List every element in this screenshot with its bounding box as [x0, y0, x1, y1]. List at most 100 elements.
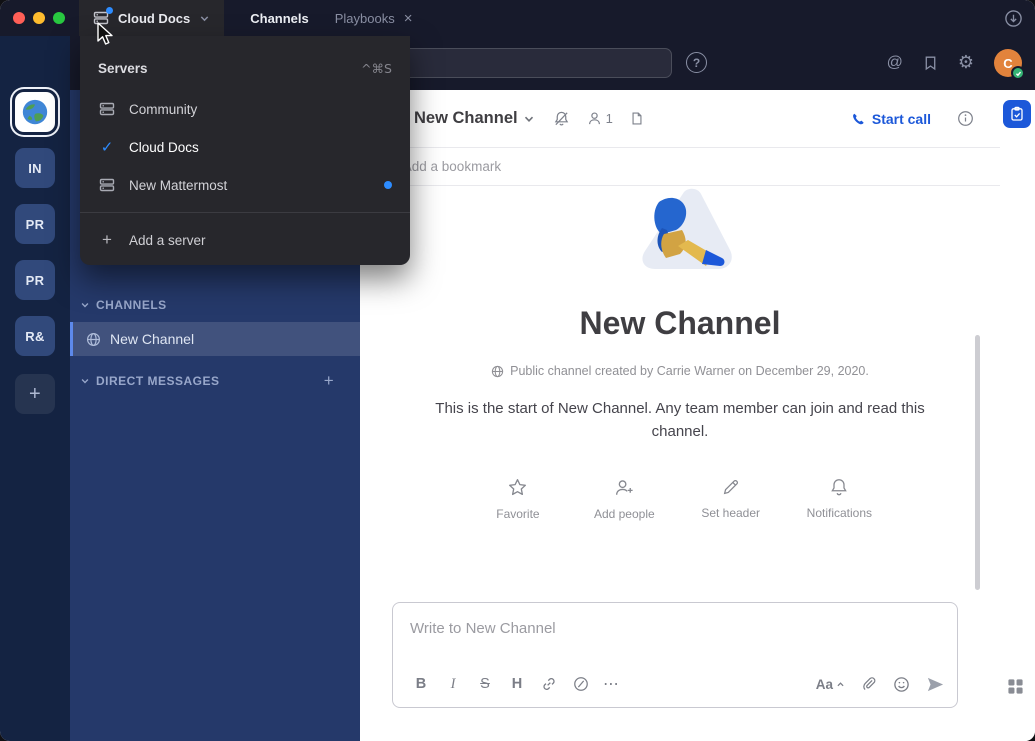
send-button[interactable] — [926, 675, 945, 694]
globe-icon — [86, 332, 101, 347]
aa-label: Aa — [816, 677, 833, 692]
file-icon — [630, 111, 644, 126]
close-window-button[interactable] — [13, 12, 25, 24]
member-count-button[interactable]: 1 — [587, 111, 613, 126]
server-unread-dot — [106, 7, 113, 14]
sidebar-category-direct-messages[interactable]: DIRECT MESSAGES + — [70, 366, 360, 396]
check-icon: ✓ — [98, 138, 116, 156]
bookmark-bar[interactable]: + Add a bookmark — [360, 148, 1000, 186]
servers-menu-shortcut: ^⌘S — [361, 61, 392, 76]
channel-intro-title: New Channel — [360, 305, 1000, 342]
app-window: Cloud Docs Channels Playbooks × — [0, 0, 1035, 741]
slash-circle-icon — [573, 676, 589, 692]
add-bookmark-label: Add a bookmark — [403, 159, 501, 174]
saved-posts-button[interactable] — [923, 55, 938, 71]
muted-bell-button[interactable] — [553, 110, 570, 127]
menu-item-new-mattermost[interactable]: New Mattermost — [80, 166, 410, 204]
person-icon — [587, 111, 602, 126]
tab-playbooks-label: Playbooks — [335, 11, 395, 26]
category-label: CHANNELS — [96, 298, 167, 312]
channel-header: New Channel 1 — [360, 90, 1000, 148]
favorite-button[interactable]: Favorite — [488, 477, 548, 521]
team-item[interactable]: PR — [15, 260, 55, 300]
minimize-window-button[interactable] — [33, 12, 45, 24]
channel-name: New Channel — [110, 331, 194, 347]
chevron-down-icon — [199, 13, 210, 24]
composer-toolbar: B I S H ⋯ — [407, 669, 945, 699]
attach-file-button[interactable] — [861, 676, 877, 692]
team-item[interactable]: IN — [15, 148, 55, 188]
heading-button[interactable]: H — [503, 671, 531, 697]
menu-item-cloud-docs[interactable]: ✓ Cloud Docs — [80, 128, 410, 166]
category-label: DIRECT MESSAGES — [96, 374, 220, 388]
send-icon — [926, 675, 945, 694]
italic-button[interactable]: I — [439, 671, 467, 697]
channel-meta-text: Public channel created by Carrie Warner … — [510, 364, 869, 378]
channel-intro-actions: Favorite Add people Set header — [360, 477, 1000, 521]
online-status-badge — [1011, 66, 1025, 80]
set-header-button[interactable]: Set header — [701, 477, 761, 521]
apps-grid-button[interactable] — [1007, 678, 1024, 695]
traffic-lights — [0, 12, 65, 24]
slash-command-button[interactable] — [567, 671, 595, 697]
tab-playbooks[interactable]: Playbooks × — [335, 11, 413, 26]
download-icon — [1004, 9, 1023, 28]
tab-channels[interactable]: Channels — [250, 11, 309, 26]
smiley-icon — [893, 676, 910, 693]
team-initials: IN — [28, 161, 42, 176]
pencil-icon — [721, 477, 741, 497]
mentions-button[interactable]: @ — [887, 54, 903, 72]
add-direct-message-button[interactable]: + — [318, 371, 340, 391]
channel-intro-body: This is the start of New Channel. Any te… — [410, 398, 950, 443]
message-input-placeholder: Write to New Channel — [410, 620, 556, 637]
tab-channels-label: Channels — [250, 11, 309, 26]
channel-files-button[interactable] — [630, 111, 644, 126]
sidebar-category-channels[interactable]: CHANNELS — [70, 290, 360, 320]
menu-item-label: Community — [129, 102, 197, 117]
unread-dot — [384, 181, 392, 189]
grid-icon — [1007, 678, 1024, 695]
channel-info-button[interactable] — [957, 110, 974, 127]
strikethrough-button[interactable]: S — [471, 671, 499, 697]
add-people-button[interactable]: Add people — [594, 477, 655, 521]
menu-item-label: New Mattermost — [129, 178, 227, 193]
team-item[interactable]: R& — [15, 316, 55, 356]
more-formatting-button[interactable]: ⋯ — [603, 674, 619, 694]
link-button[interactable] — [535, 671, 563, 697]
update-download-button[interactable] — [1004, 9, 1023, 28]
message-composer[interactable]: Write to New Channel B I S H — [392, 602, 958, 708]
zoom-window-button[interactable] — [53, 12, 65, 24]
member-count: 1 — [606, 111, 613, 126]
menu-item-community[interactable]: Community — [80, 90, 410, 128]
clipboard-icon — [1009, 106, 1025, 122]
server-name: Cloud Docs — [118, 11, 190, 26]
question-icon: ? — [693, 56, 700, 70]
toggle-formatting-button[interactable]: Aa — [816, 677, 845, 692]
help-button[interactable]: ? — [686, 52, 707, 73]
add-team-button[interactable]: + — [15, 374, 55, 414]
emoji-button[interactable] — [893, 676, 910, 693]
scrollbar[interactable] — [975, 335, 980, 590]
globe-icon — [491, 365, 504, 378]
close-tab-icon[interactable]: × — [404, 11, 413, 26]
notifications-button[interactable]: Notifications — [807, 477, 872, 521]
settings-button[interactable]: ⚙ — [958, 54, 974, 72]
team-item[interactable]: PR — [15, 204, 55, 244]
channel-title[interactable]: New Channel — [414, 109, 518, 128]
add-server-button[interactable]: + Add a server — [80, 221, 410, 259]
chevron-down-icon[interactable] — [523, 113, 535, 125]
start-call-label: Start call — [872, 111, 931, 127]
sidebar-item-new-channel[interactable]: New Channel — [70, 322, 360, 356]
main-content: New Channel 1 — [360, 90, 1000, 741]
bold-button[interactable]: B — [407, 671, 435, 697]
plus-icon: + — [29, 383, 41, 406]
team-item-active[interactable] — [15, 92, 55, 132]
globe-team-icon — [20, 97, 50, 127]
chevron-up-icon — [836, 680, 845, 689]
playbooks-app-button[interactable] — [1003, 100, 1031, 128]
action-label: Set header — [701, 506, 760, 520]
bookmark-icon — [923, 55, 938, 71]
chevron-down-icon — [80, 376, 90, 386]
user-avatar[interactable]: C — [994, 49, 1022, 77]
start-call-button[interactable]: Start call — [851, 111, 931, 127]
